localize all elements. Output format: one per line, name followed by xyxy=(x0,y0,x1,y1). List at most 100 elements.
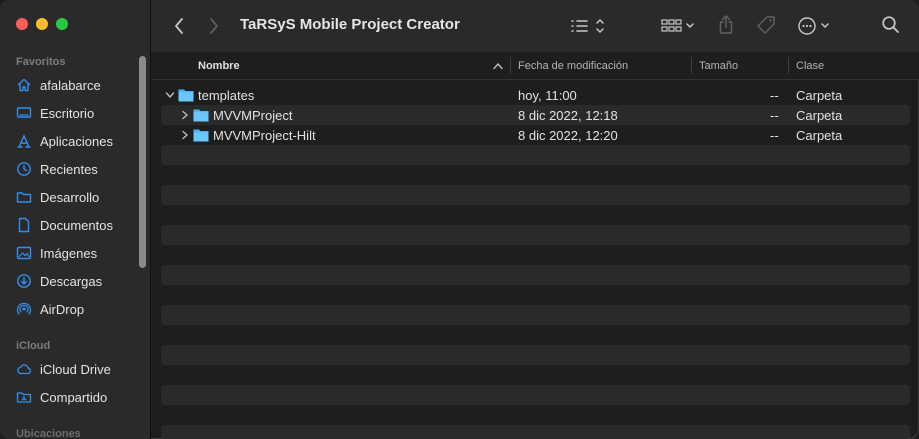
table-row[interactable]: templates hoy, 11:00 -- Carpeta xyxy=(161,85,910,105)
file-kind: Carpeta xyxy=(796,107,843,123)
folder-icon xyxy=(193,109,209,122)
forward-button[interactable] xyxy=(204,15,224,37)
sidebar-item-airdrop[interactable]: AirDrop xyxy=(16,298,136,320)
column-separator[interactable] xyxy=(510,57,511,74)
column-modified[interactable]: Fecha de modificación xyxy=(518,52,628,79)
file-size: -- xyxy=(770,87,779,103)
disclosure-collapsed-icon[interactable] xyxy=(180,129,190,141)
empty-row xyxy=(161,345,910,365)
download-icon xyxy=(16,273,32,289)
search-button[interactable] xyxy=(880,14,902,36)
column-size[interactable]: Tamaño xyxy=(699,52,738,79)
search-icon xyxy=(882,16,899,33)
column-separator[interactable] xyxy=(691,57,692,74)
sidebar-item-label: Documentos xyxy=(40,217,113,233)
tag-button[interactable] xyxy=(754,13,778,37)
sidebar-item-label: Descargas xyxy=(40,273,103,289)
file-list: templates hoy, 11:00 -- Carpeta MVVMProj… xyxy=(161,85,910,439)
view-options-button[interactable] xyxy=(569,14,609,38)
sidebar-item-label: Imágenes xyxy=(40,245,98,261)
airdrop-icon xyxy=(16,301,32,317)
sidebar: Favoritos afalabarce Escritorio Aplicaci… xyxy=(0,0,151,439)
photo-icon xyxy=(16,245,32,261)
disclosure-collapsed-icon[interactable] xyxy=(180,109,190,121)
column-separator[interactable] xyxy=(788,57,789,74)
file-name: MVVMProject-Hilt xyxy=(213,127,316,143)
sort-ascending-icon[interactable] xyxy=(493,62,503,70)
empty-row xyxy=(161,385,910,405)
file-kind: Carpeta xyxy=(796,87,843,103)
chevron-right-icon xyxy=(210,18,218,34)
chevron-left-icon xyxy=(175,18,183,34)
sidebar-scrollbar[interactable] xyxy=(139,56,146,268)
zoom-button[interactable] xyxy=(56,18,68,30)
sidebar-section-icloud: iCloud xyxy=(16,340,51,352)
sidebar-item-documentos[interactable]: Documentos xyxy=(16,214,136,236)
table-row[interactable]: MVVMProject-Hilt 8 dic 2022, 12:20 -- Ca… xyxy=(161,125,910,145)
sidebar-item-label: Recientes xyxy=(40,161,98,177)
sidebar-item-label: Escritorio xyxy=(40,105,95,121)
share-button[interactable] xyxy=(715,13,737,37)
sidebar-item-desarrollo[interactable]: Desarrollo xyxy=(16,186,136,208)
sidebar-item-home[interactable]: afalabarce xyxy=(16,74,136,96)
group-button[interactable] xyxy=(659,14,699,38)
share-icon xyxy=(719,15,733,34)
table-row[interactable]: MVVMProject 8 dic 2022, 12:18 -- Carpeta xyxy=(161,105,910,125)
more-actions-button[interactable] xyxy=(796,14,836,38)
sidebar-item-descargas[interactable]: Descargas xyxy=(16,270,136,292)
column-size-label: Tamaño xyxy=(699,59,739,72)
sidebar-item-label: afalabarce xyxy=(40,77,101,93)
column-modified-label: Fecha de modificación xyxy=(518,59,629,72)
list-view-icon xyxy=(571,19,604,33)
empty-row xyxy=(161,265,910,285)
empty-row xyxy=(161,305,910,325)
home-icon xyxy=(16,77,32,93)
toolbar: TaRSyS Mobile Project Creator xyxy=(151,0,919,53)
sidebar-item-compartido[interactable]: Compartido xyxy=(16,386,136,408)
file-date: hoy, 11:00 xyxy=(518,87,577,103)
file-size: -- xyxy=(770,127,779,143)
column-name-label: Nombre xyxy=(198,59,240,72)
grid-icon xyxy=(661,19,694,32)
window-controls xyxy=(16,18,68,30)
sidebar-item-label: Compartido xyxy=(40,389,108,405)
shared-folder-icon xyxy=(16,389,32,405)
sidebar-item-recientes[interactable]: Recientes xyxy=(16,158,136,180)
disclosure-expanded-icon[interactable] xyxy=(165,89,175,101)
empty-row xyxy=(161,425,910,439)
tag-icon xyxy=(757,16,775,34)
sidebar-item-imagenes[interactable]: Imágenes xyxy=(16,242,136,264)
file-size: -- xyxy=(770,107,779,123)
sidebar-item-label: AirDrop xyxy=(40,301,85,317)
sidebar-item-aplicaciones[interactable]: Aplicaciones xyxy=(16,130,136,152)
file-date: 8 dic 2022, 12:20 xyxy=(518,127,618,143)
empty-row xyxy=(161,185,910,205)
folder-icon xyxy=(16,189,32,205)
applications-icon xyxy=(16,133,32,149)
ellipsis-circle-icon xyxy=(798,17,829,35)
close-button[interactable] xyxy=(16,18,28,30)
empty-row xyxy=(161,145,910,165)
sidebar-item-label: Desarrollo xyxy=(40,189,100,205)
desktop-icon xyxy=(16,105,32,121)
empty-row xyxy=(161,225,910,245)
minimize-button[interactable] xyxy=(36,18,48,30)
file-kind: Carpeta xyxy=(796,127,843,143)
file-name: MVVMProject xyxy=(213,107,293,123)
column-header: Nombre Fecha de modificación Tamaño Clas… xyxy=(151,52,919,80)
file-name: templates xyxy=(198,87,255,103)
column-name[interactable]: Nombre xyxy=(198,52,240,79)
file-date: 8 dic 2022, 12:18 xyxy=(518,107,618,123)
column-kind-label: Clase xyxy=(796,59,825,72)
sidebar-item-icloud-drive[interactable]: iCloud Drive xyxy=(16,358,136,380)
document-icon xyxy=(16,217,32,233)
sidebar-section-locations: Ubicaciones xyxy=(16,428,81,439)
back-button[interactable] xyxy=(169,15,189,37)
sidebar-item-label: Aplicaciones xyxy=(40,133,113,149)
folder-icon xyxy=(178,89,194,102)
column-kind[interactable]: Clase xyxy=(796,52,824,79)
cloud-icon xyxy=(16,361,32,377)
window-title: TaRSyS Mobile Project Creator xyxy=(240,16,460,33)
sidebar-item-escritorio[interactable]: Escritorio xyxy=(16,102,136,124)
clock-icon xyxy=(16,161,32,177)
